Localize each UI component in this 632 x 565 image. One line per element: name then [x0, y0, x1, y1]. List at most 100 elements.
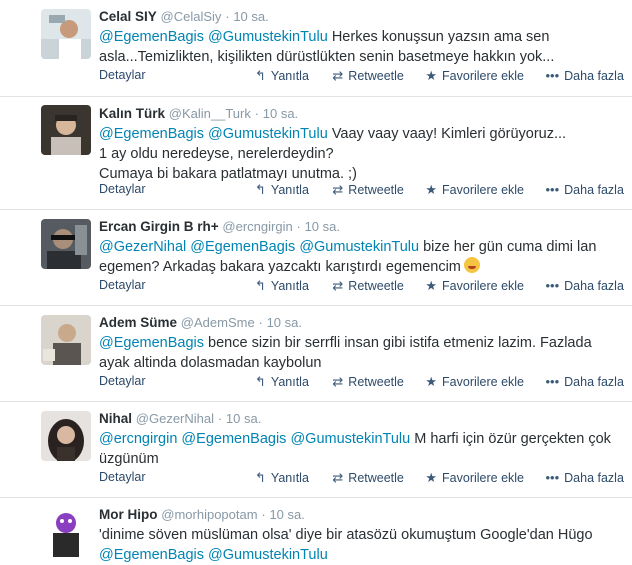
favorite-button[interactable]: ★ Favorilere ekle: [425, 68, 524, 84]
author-name[interactable]: Celal SIY: [99, 9, 157, 24]
tweet[interactable]: Ercan Girgin B rh+ @ercngirgin · 10 sa. …: [0, 210, 632, 306]
timestamp[interactable]: 10 sa.: [263, 106, 298, 121]
author-handle[interactable]: @ercngirgin: [222, 219, 292, 234]
more-button[interactable]: ••• Daha fazla: [546, 278, 624, 293]
avatar[interactable]: [41, 105, 91, 155]
favorite-button[interactable]: ★ Favorilere ekle: [425, 470, 524, 486]
separator-dot: ·: [254, 106, 259, 121]
mention-link[interactable]: @EgemenBagis: [99, 126, 204, 142]
separator-dot: ·: [258, 315, 263, 330]
tweet[interactable]: Kalın Türk @Kalin__Turk · 10 sa. @Egemen…: [0, 97, 632, 210]
author-name[interactable]: Mor Hipo: [99, 507, 158, 522]
tweet-text-segment: 'dinime söven müslüman olsa' diye bir at…: [99, 527, 593, 543]
retweet-label: Retweetle: [348, 375, 404, 389]
mention-link[interactable]: @EgemenBagis: [190, 239, 295, 255]
avatar[interactable]: [41, 411, 91, 461]
tweet-text: @EgemenBagis bence sizin bir serrfli ins…: [99, 333, 619, 373]
tweet-text-line: egemen? Arkadaş bakara yazcaktı karıştır…: [99, 259, 461, 275]
favorite-label: Favorilere ekle: [442, 375, 525, 389]
author-handle[interactable]: @AdemSme: [181, 315, 255, 330]
three-dots-icon: •••: [545, 374, 560, 389]
mention-link[interactable]: @GezerNihal: [99, 239, 186, 255]
more-label: Daha fazla: [564, 375, 624, 389]
timestamp[interactable]: 10 sa.: [267, 315, 302, 330]
retweet-icon: ⇄: [332, 278, 344, 293]
laughing-emoji-icon: [463, 257, 480, 273]
reply-label: Yanıtla: [270, 471, 309, 485]
author-name[interactable]: Kalın Türk: [99, 106, 165, 121]
reply-label: Yanıtla: [270, 183, 309, 197]
author-handle[interactable]: @morhipopotam: [161, 507, 257, 522]
retweet-button[interactable]: ⇄ Retweetle: [332, 374, 404, 390]
tweet-text-line: üzgünüm: [99, 451, 159, 467]
timestamp[interactable]: 10 sa.: [233, 9, 268, 24]
details-link[interactable]: Detaylar: [99, 68, 146, 82]
tweet[interactable]: Nihal @GezerNihal · 10 sa. @ercngirgin @…: [0, 402, 632, 498]
favorite-button[interactable]: ★ Favorilere ekle: [425, 278, 524, 294]
three-dots-icon: •••: [545, 470, 560, 485]
more-button[interactable]: ••• Daha fazla: [546, 374, 624, 389]
author-handle[interactable]: @CelalSiy: [161, 9, 222, 24]
favorite-label: Favorilere ekle: [442, 69, 525, 83]
tweet[interactable]: Adem Süme @AdemSme · 10 sa. @EgemenBagis…: [0, 306, 632, 402]
three-dots-icon: •••: [545, 68, 560, 83]
tweet-text: @ercngirgin @EgemenBagis @GumustekinTulu…: [99, 429, 619, 469]
tweet[interactable]: Mor Hipo @morhipopotam · 10 sa. 'dinime …: [0, 498, 632, 563]
star-icon: ★: [425, 374, 438, 389]
tweet-text-segment: Herkes konuşsun yazsın ama sen: [327, 29, 550, 45]
favorite-label: Favorilere ekle: [442, 279, 525, 293]
retweet-icon: ⇄: [332, 374, 344, 389]
details-link[interactable]: Detaylar: [99, 182, 146, 196]
mention-link[interactable]: @GumustekinTulu: [290, 431, 410, 447]
more-label: Daha fazla: [564, 471, 624, 485]
tweet-text: 'dinime söven müslüman olsa' diye bir at…: [99, 525, 619, 565]
details-link[interactable]: Detaylar: [99, 278, 146, 292]
favorite-button[interactable]: ★ Favorilere ekle: [425, 374, 524, 390]
details-link[interactable]: Detaylar: [99, 374, 146, 388]
more-button[interactable]: ••• Daha fazla: [546, 182, 624, 197]
more-label: Daha fazla: [564, 69, 624, 83]
avatar[interactable]: [41, 315, 91, 365]
timestamp[interactable]: 10 sa.: [305, 219, 340, 234]
mention-link[interactable]: @ercngirgin: [99, 431, 177, 447]
author-name[interactable]: Nihal: [99, 411, 132, 426]
retweet-button[interactable]: ⇄ Retweetle: [332, 182, 404, 198]
tweet-actions: ↰ Yanıtla ⇄ Retweetle ★ Favorilere ekle •••…: [255, 68, 624, 84]
timestamp[interactable]: 10 sa.: [269, 507, 304, 522]
details-link[interactable]: Detaylar: [99, 470, 146, 484]
reply-button[interactable]: ↰ Yanıtla: [255, 470, 309, 486]
avatar[interactable]: [41, 9, 91, 59]
retweet-label: Retweetle: [348, 279, 404, 293]
tweet-text-segment: bence sizin bir serrfli insan gibi istif…: [204, 335, 592, 351]
reply-button[interactable]: ↰ Yanıtla: [255, 182, 309, 198]
reply-button[interactable]: ↰ Yanıtla: [255, 278, 309, 294]
retweet-button[interactable]: ⇄ Retweetle: [332, 68, 404, 84]
tweet-text-segment: M harfi için özür gerçekten çok: [410, 431, 611, 447]
favorite-button[interactable]: ★ Favorilere ekle: [425, 182, 524, 198]
mention-link[interactable]: @GumustekinTulu: [208, 29, 328, 45]
more-button[interactable]: ••• Daha fazla: [546, 68, 624, 83]
reply-button[interactable]: ↰ Yanıtla: [255, 374, 309, 390]
star-icon: ★: [425, 68, 438, 83]
mention-link[interactable]: @EgemenBagis: [99, 335, 204, 351]
mention-link[interactable]: @GumustekinTulu: [208, 126, 328, 142]
avatar[interactable]: [41, 219, 91, 269]
star-icon: ★: [425, 470, 438, 485]
retweet-button[interactable]: ⇄ Retweetle: [332, 470, 404, 486]
mention-link[interactable]: @EgemenBagis: [99, 29, 204, 45]
retweet-icon: ⇄: [332, 470, 344, 485]
timestamp[interactable]: 10 sa.: [226, 411, 261, 426]
mention-link[interactable]: @EgemenBagis: [181, 431, 286, 447]
tweet[interactable]: Celal SIY @CelalSiy · 10 sa. @EgemenBagi…: [0, 0, 632, 97]
reply-button[interactable]: ↰ Yanıtla: [255, 68, 309, 84]
tweet-text-line: ayak altinda dolasmadan kaybolun: [99, 355, 322, 371]
avatar[interactable]: [41, 507, 91, 557]
author-name[interactable]: Ercan Girgin B rh+: [99, 219, 219, 234]
retweet-button[interactable]: ⇄ Retweetle: [332, 278, 404, 294]
mention-link[interactable]: @GumustekinTulu: [299, 239, 419, 255]
author-handle[interactable]: @GezerNihal: [136, 411, 214, 426]
more-button[interactable]: ••• Daha fazla: [546, 470, 624, 485]
tweet-text-line: asla...Temizlikten, kişilikten dürüstlük…: [99, 49, 555, 65]
author-handle[interactable]: @Kalin__Turk: [169, 106, 251, 121]
author-name[interactable]: Adem Süme: [99, 315, 177, 330]
